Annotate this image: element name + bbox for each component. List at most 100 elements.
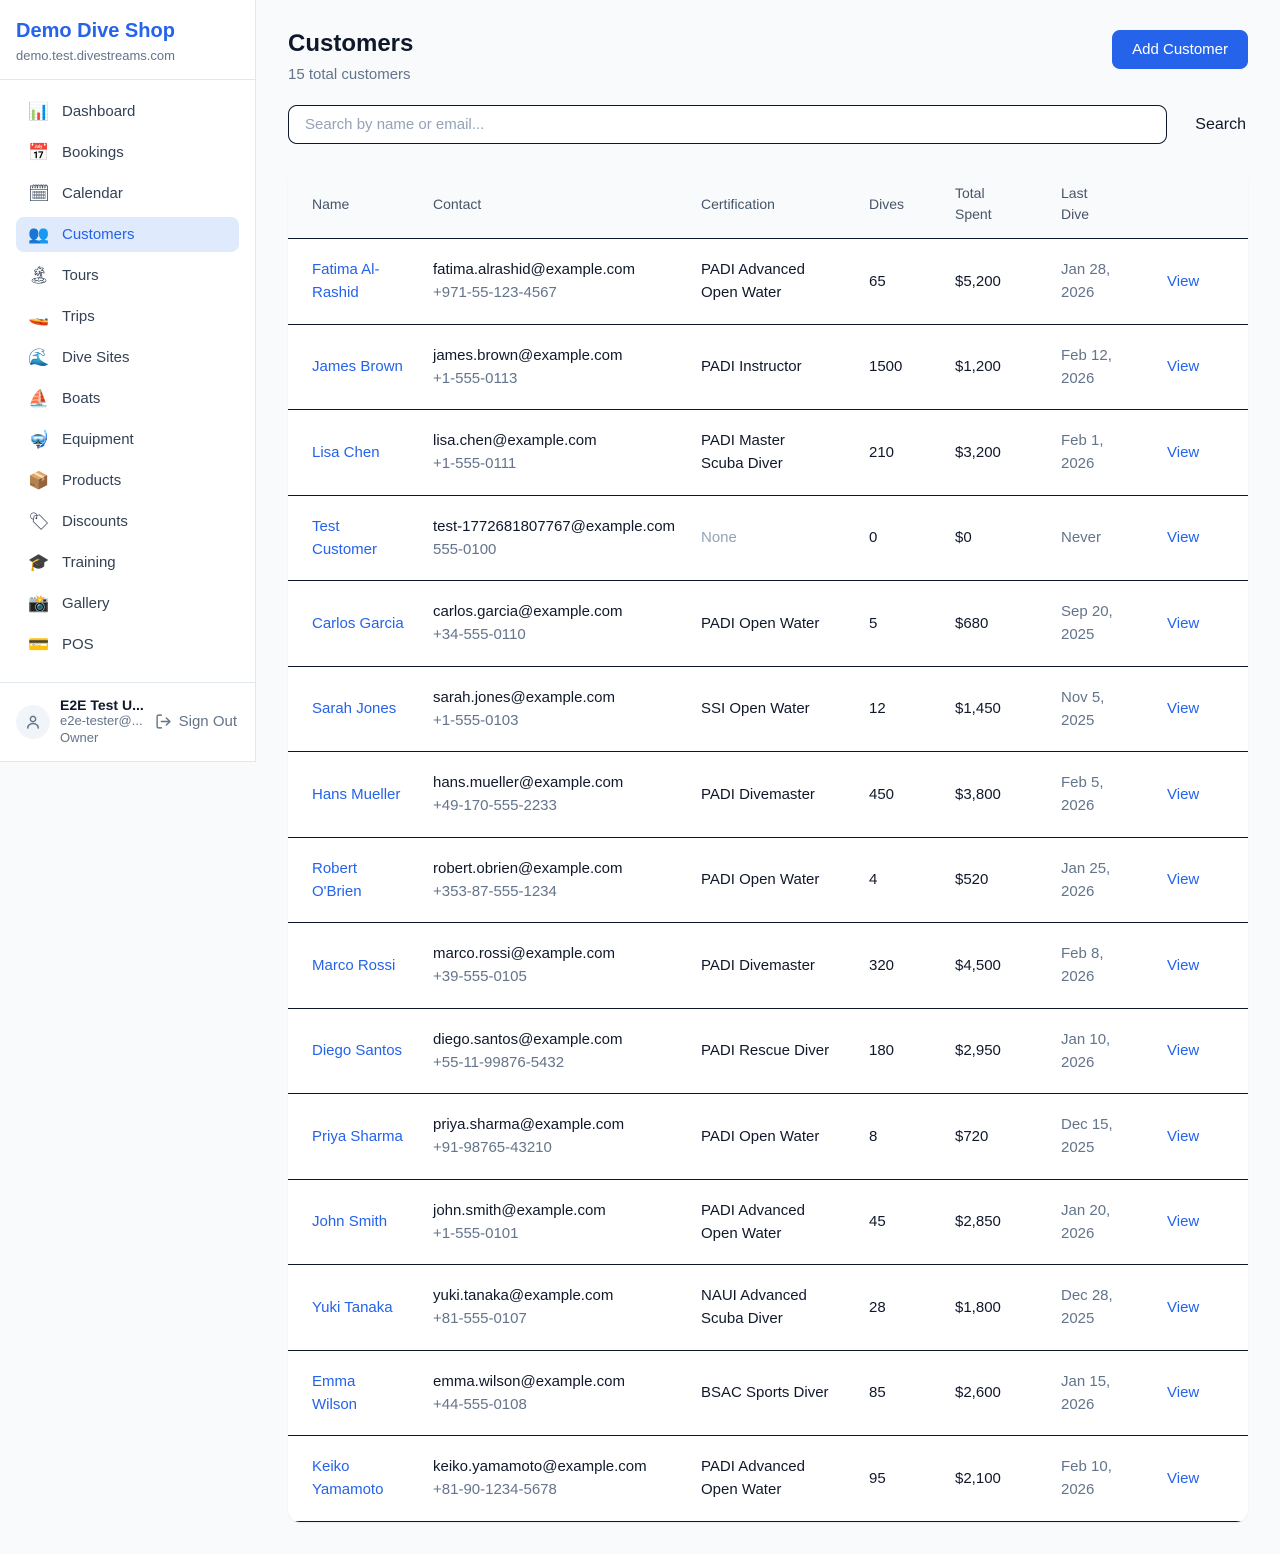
customer-phone: +1-555-0103 bbox=[433, 709, 685, 732]
view-customer-link[interactable]: View bbox=[1167, 444, 1199, 461]
customer-phone: +81-555-0107 bbox=[433, 1307, 685, 1330]
sign-out-button[interactable]: Sign Out bbox=[155, 713, 239, 730]
customer-name-link[interactable]: Diego Santos bbox=[312, 1039, 402, 1062]
customer-email: sarah.jones@example.com bbox=[433, 686, 685, 709]
customer-email: keiko.yamamoto@example.com bbox=[433, 1455, 685, 1478]
customer-name-link[interactable]: Keiko Yamamoto bbox=[312, 1455, 404, 1502]
customer-total-spent: $1,800 bbox=[955, 1265, 1061, 1351]
customer-dives: 85 bbox=[869, 1350, 955, 1436]
add-customer-button[interactable]: Add Customer bbox=[1112, 30, 1248, 69]
view-customer-link[interactable]: View bbox=[1167, 273, 1199, 290]
nav-item-label: Dive Sites bbox=[62, 349, 130, 366]
customer-name-link[interactable]: Sarah Jones bbox=[312, 697, 396, 720]
customer-phone: +81-90-1234-5678 bbox=[433, 1478, 685, 1501]
sidebar-nav-item[interactable]: ⛵ Boats bbox=[16, 381, 239, 416]
customer-table-body: Fatima Al-Rashid fatima.alrashid@example… bbox=[288, 239, 1248, 1522]
customer-phone: +44-555-0108 bbox=[433, 1393, 685, 1416]
customer-contact-cell: sarah.jones@example.com +1-555-0103 bbox=[433, 666, 701, 752]
customer-last-dive: Jan 28, 2026 bbox=[1061, 258, 1123, 305]
customer-dives: 8 bbox=[869, 1094, 955, 1180]
view-customer-link[interactable]: View bbox=[1167, 358, 1199, 375]
sidebar-nav-item[interactable]: 🏝 Tours bbox=[16, 258, 239, 293]
brand[interactable]: Demo Dive Shop demo.test.divestreams.com bbox=[0, 0, 255, 80]
customer-last-dive: Dec 28, 2025 bbox=[1061, 1284, 1123, 1331]
column-header-last-dive: Last Dive bbox=[1061, 170, 1167, 239]
search-row: Search bbox=[288, 105, 1248, 144]
sidebar-nav: 📊 Dashboard 📅 Bookings 🗓 Calendar 👥 Cust… bbox=[0, 80, 255, 682]
sidebar-nav-item[interactable]: 📦 Products bbox=[16, 463, 239, 498]
customer-dives: 450 bbox=[869, 752, 955, 838]
view-customer-link[interactable]: View bbox=[1167, 1470, 1199, 1487]
view-customer-link[interactable]: View bbox=[1167, 1384, 1199, 1401]
customer-name-link[interactable]: Test Customer bbox=[312, 515, 404, 562]
sidebar-nav-item[interactable]: 🚤 Trips bbox=[16, 299, 239, 334]
customer-certification: None bbox=[701, 526, 831, 549]
nav-item-icon: 👥 bbox=[28, 226, 50, 243]
customer-dives: 180 bbox=[869, 1008, 955, 1094]
customer-last-dive: Jan 10, 2026 bbox=[1061, 1028, 1123, 1075]
view-customer-link[interactable]: View bbox=[1167, 1213, 1199, 1230]
column-header-actions bbox=[1167, 170, 1248, 239]
customer-name-link[interactable]: Lisa Chen bbox=[312, 441, 380, 464]
sidebar-nav-item[interactable]: 🤿 Equipment bbox=[16, 422, 239, 457]
customer-dives: 45 bbox=[869, 1179, 955, 1265]
view-customer-link[interactable]: View bbox=[1167, 700, 1199, 717]
view-customer-link[interactable]: View bbox=[1167, 871, 1199, 888]
customer-name-link[interactable]: Emma Wilson bbox=[312, 1370, 404, 1417]
view-customer-link[interactable]: View bbox=[1167, 529, 1199, 546]
view-customer-link[interactable]: View bbox=[1167, 1299, 1199, 1316]
customer-name-link[interactable]: Hans Mueller bbox=[312, 783, 400, 806]
customer-row: Diego Santos diego.santos@example.com +5… bbox=[288, 1008, 1248, 1094]
customer-total-spent: $5,200 bbox=[955, 239, 1061, 325]
customer-name-link[interactable]: Carlos Garcia bbox=[312, 612, 404, 635]
sidebar-nav-item[interactable]: 🗓 Calendar bbox=[16, 176, 239, 211]
customer-name-link[interactable]: Marco Rossi bbox=[312, 954, 395, 977]
customer-certification: PADI Divemaster bbox=[701, 954, 831, 977]
view-customer-link[interactable]: View bbox=[1167, 1042, 1199, 1059]
sidebar-nav-item[interactable]: 📸 Gallery bbox=[16, 586, 239, 621]
customer-email: john.smith@example.com bbox=[433, 1199, 685, 1222]
column-header-certification: Certification bbox=[701, 170, 869, 239]
customer-name-link[interactable]: James Brown bbox=[312, 355, 403, 378]
customer-name-link[interactable]: Fatima Al-Rashid bbox=[312, 258, 404, 305]
customer-name-link[interactable]: Priya Sharma bbox=[312, 1125, 403, 1148]
nav-item-label: Gallery bbox=[62, 595, 110, 612]
sidebar-nav-item[interactable]: 📅 Bookings bbox=[16, 135, 239, 170]
sign-out-label: Sign Out bbox=[179, 713, 237, 730]
customer-name-link[interactable]: Robert O'Brien bbox=[312, 857, 404, 904]
sidebar-nav-item[interactable]: 💳 POS bbox=[16, 627, 239, 662]
sidebar-nav-item[interactable]: 📊 Dashboard bbox=[16, 94, 239, 129]
customer-dives: 28 bbox=[869, 1265, 955, 1351]
sidebar-nav-item[interactable]: 🏷 Discounts bbox=[16, 504, 239, 539]
nav-item-icon: ⛵ bbox=[28, 390, 50, 407]
customer-dives: 210 bbox=[869, 410, 955, 496]
customer-certification: PADI Advanced Open Water bbox=[701, 1455, 831, 1502]
customer-name-link[interactable]: Yuki Tanaka bbox=[312, 1296, 393, 1319]
sidebar-nav-item[interactable]: 👥 Customers bbox=[16, 217, 239, 252]
nav-item-icon: 🚤 bbox=[28, 308, 50, 325]
view-customer-link[interactable]: View bbox=[1167, 615, 1199, 632]
customer-total-spent: $1,450 bbox=[955, 666, 1061, 752]
customer-name-link[interactable]: John Smith bbox=[312, 1210, 387, 1233]
customer-dives: 320 bbox=[869, 923, 955, 1009]
nav-item-icon: 🌊 bbox=[28, 349, 50, 366]
user-box: E2E Test U... e2e-tester@... Owner Sign … bbox=[0, 682, 255, 761]
sidebar: Demo Dive Shop demo.test.divestreams.com… bbox=[0, 0, 256, 762]
customer-contact-cell: diego.santos@example.com +55-11-99876-54… bbox=[433, 1008, 701, 1094]
sidebar-nav-item[interactable]: 🌊 Dive Sites bbox=[16, 340, 239, 375]
customer-total-spent: $720 bbox=[955, 1094, 1061, 1180]
customer-row: John Smith john.smith@example.com +1-555… bbox=[288, 1179, 1248, 1265]
customer-row: Keiko Yamamoto keiko.yamamoto@example.co… bbox=[288, 1436, 1248, 1522]
nav-item-label: Dashboard bbox=[62, 103, 135, 120]
customer-last-dive: Jan 15, 2026 bbox=[1061, 1370, 1123, 1417]
customer-dives: 0 bbox=[869, 495, 955, 581]
view-customer-link[interactable]: View bbox=[1167, 1128, 1199, 1145]
view-customer-link[interactable]: View bbox=[1167, 786, 1199, 803]
view-customer-link[interactable]: View bbox=[1167, 957, 1199, 974]
search-button[interactable]: Search bbox=[1193, 112, 1248, 138]
nav-item-icon: 📊 bbox=[28, 103, 50, 120]
column-header-total-spent: Total Spent bbox=[955, 170, 1061, 239]
customer-contact-cell: test-1772681807767@example.com 555-0100 bbox=[433, 495, 701, 581]
sidebar-nav-item[interactable]: 🎓 Training bbox=[16, 545, 239, 580]
search-input[interactable] bbox=[288, 105, 1167, 144]
